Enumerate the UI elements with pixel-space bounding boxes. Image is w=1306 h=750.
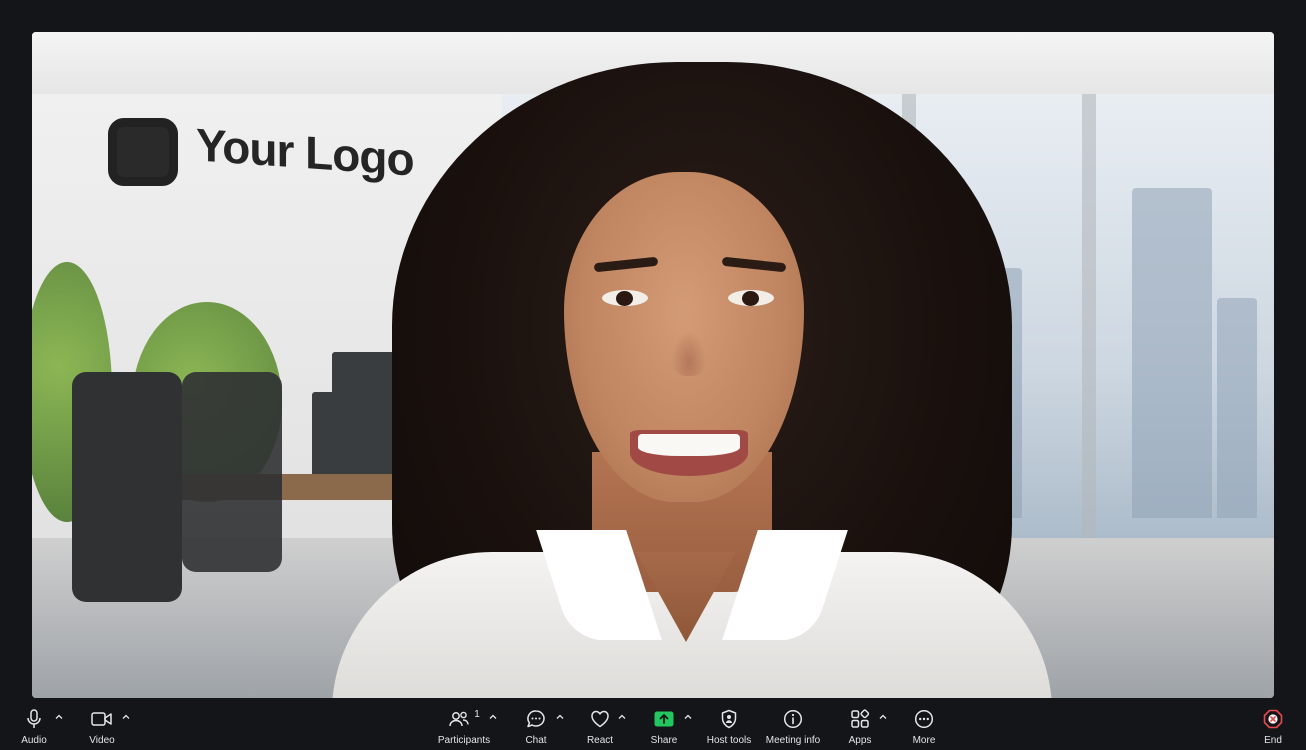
office-chair: [72, 372, 182, 602]
react-label: React: [586, 735, 614, 746]
share-label: Share: [650, 735, 678, 746]
more-dots-icon: [914, 708, 934, 730]
logo-mark-icon: [108, 118, 178, 186]
people-icon: [448, 710, 470, 728]
share-button[interactable]: Share: [644, 708, 684, 748]
shield-icon: [720, 708, 738, 730]
heart-icon: [590, 708, 610, 730]
skyline-building: [1132, 188, 1212, 518]
video-camera-icon: [91, 708, 113, 730]
more-button[interactable]: More: [904, 708, 944, 748]
skyline-building: [1217, 298, 1257, 518]
smile: [630, 430, 748, 476]
audio-button[interactable]: Audio: [14, 708, 54, 748]
video-button[interactable]: Video: [82, 708, 122, 748]
participants-icon-group: 1: [448, 708, 480, 730]
office-chair: [182, 372, 282, 572]
background-logo: Your Logo: [108, 118, 414, 186]
eye: [602, 290, 648, 306]
audio-options-chevron-up-icon[interactable]: [54, 712, 64, 722]
chat-options-chevron-up-icon[interactable]: [555, 712, 565, 722]
share-options-chevron-up-icon[interactable]: [683, 712, 693, 722]
window-mullion: [1082, 87, 1096, 557]
more-label: More: [912, 735, 936, 746]
logo-text: Your Logo: [196, 118, 414, 186]
participant-video: Your Logo: [32, 32, 1274, 698]
meeting-info-button[interactable]: Meeting info: [764, 708, 822, 748]
nose: [672, 332, 706, 376]
apps-grid-icon: [850, 708, 870, 730]
end-meeting-button[interactable]: End: [1256, 708, 1290, 748]
host-tools-button[interactable]: Host tools: [704, 708, 754, 748]
video-label: Video: [89, 735, 115, 746]
share-arrow-icon: [654, 708, 674, 730]
microphone-icon: [26, 708, 42, 730]
apps-label: Apps: [848, 735, 872, 746]
participants-label: Participants: [437, 735, 491, 746]
meeting-toolbar: Audio Video 1 Participants Chat React Sh…: [0, 700, 1306, 750]
end-label: End: [1264, 735, 1282, 746]
chat-button[interactable]: Chat: [516, 708, 556, 748]
chat-label: Chat: [525, 735, 547, 746]
meeting-info-label: Meeting info: [765, 735, 821, 746]
apps-button[interactable]: Apps: [840, 708, 880, 748]
end-x-icon: [1263, 708, 1283, 730]
eye: [728, 290, 774, 306]
react-options-chevron-up-icon[interactable]: [617, 712, 627, 722]
apps-options-chevron-up-icon[interactable]: [878, 712, 888, 722]
participants-button[interactable]: 1 Participants: [434, 708, 494, 748]
audio-label: Audio: [21, 735, 47, 746]
teeth: [638, 434, 740, 456]
video-options-chevron-up-icon[interactable]: [121, 712, 131, 722]
chat-bubble-icon: [526, 708, 546, 730]
react-button[interactable]: React: [580, 708, 620, 748]
participants-count: 1: [474, 709, 480, 720]
host-tools-label: Host tools: [706, 735, 752, 746]
info-icon: [783, 708, 803, 730]
participants-options-chevron-up-icon[interactable]: [488, 712, 498, 722]
